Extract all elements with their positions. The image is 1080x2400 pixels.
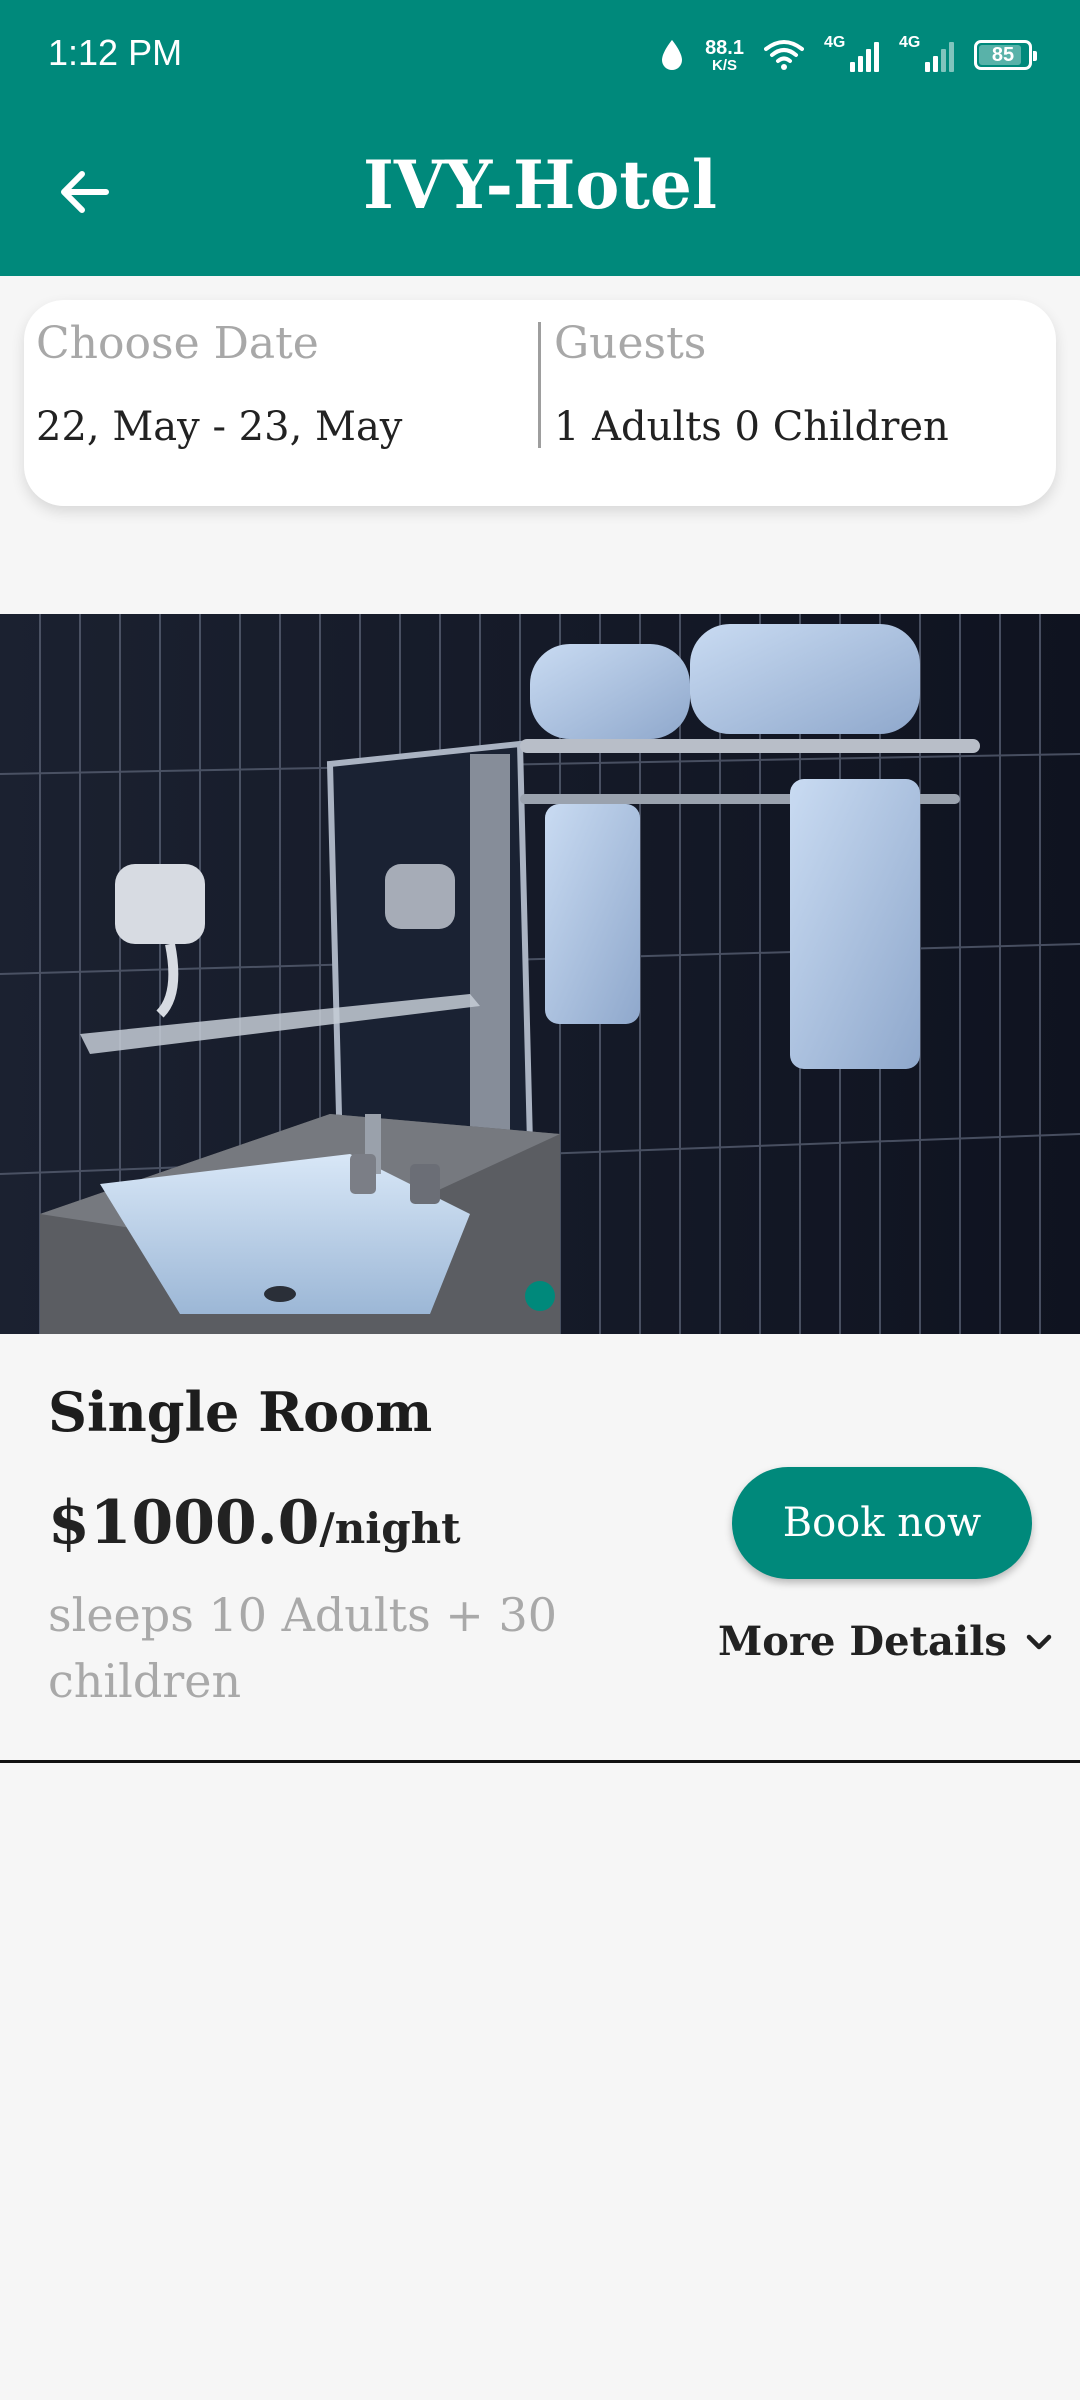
data-saver-icon <box>662 40 683 70</box>
room-photo <box>0 614 1080 1334</box>
room-name: Single Room <box>48 1380 433 1444</box>
list-divider <box>0 1760 1080 1763</box>
status-time: 1:12 PM <box>48 32 183 73</box>
cell-signal-1-icon: 4G <box>824 34 879 72</box>
date-value: 22, May - 23, May <box>36 404 403 450</box>
wifi-icon <box>764 40 804 70</box>
booking-search-card: Choose Date 22, May - 23, May Guests 1 A… <box>24 300 1056 506</box>
field-divider <box>538 322 541 448</box>
chevron-down-icon <box>1026 1634 1052 1649</box>
page-title: IVY-Hotel <box>363 146 717 224</box>
app-header: 1:12 PM 88.1 K/S 4G 4G 85 IVY-Hotel <box>0 0 1080 276</box>
date-label: Choose Date <box>36 318 319 369</box>
network-speed: 88.1 K/S <box>705 38 744 73</box>
cell-signal-2-icon: 4G <box>899 34 954 72</box>
guests-label: Guests <box>554 318 707 369</box>
status-icons: 88.1 K/S 4G 4G 85 <box>659 30 1037 80</box>
room-price: $1000.0 /night <box>48 1488 461 1558</box>
price-value: $1000.0 <box>48 1488 320 1558</box>
more-details-label: More Details <box>718 1618 1007 1665</box>
room-image[interactable] <box>0 614 1080 1334</box>
network-speed-value: 88.1 <box>705 36 744 59</box>
battery-level: 85 <box>991 43 1015 66</box>
battery-icon: 85 <box>974 40 1037 70</box>
cell-signal-2-label: 4G <box>899 34 921 51</box>
network-speed-unit: K/S <box>712 56 738 74</box>
guests-field[interactable]: Guests 1 Adults 0 Children <box>554 300 1054 506</box>
room-capacity: sleeps 10 Adults + 30 children <box>48 1588 558 1708</box>
carousel-indicator-dot[interactable] <box>525 1281 555 1311</box>
book-now-button[interactable]: Book now <box>732 1467 1032 1579</box>
date-picker-field[interactable]: Choose Date 22, May - 23, May <box>36 300 536 506</box>
cell-signal-1-label: 4G <box>824 34 846 51</box>
price-unit: /night <box>319 1504 461 1553</box>
guests-value: 1 Adults 0 Children <box>554 404 949 450</box>
more-details-toggle[interactable]: More Details <box>718 1618 1053 1665</box>
